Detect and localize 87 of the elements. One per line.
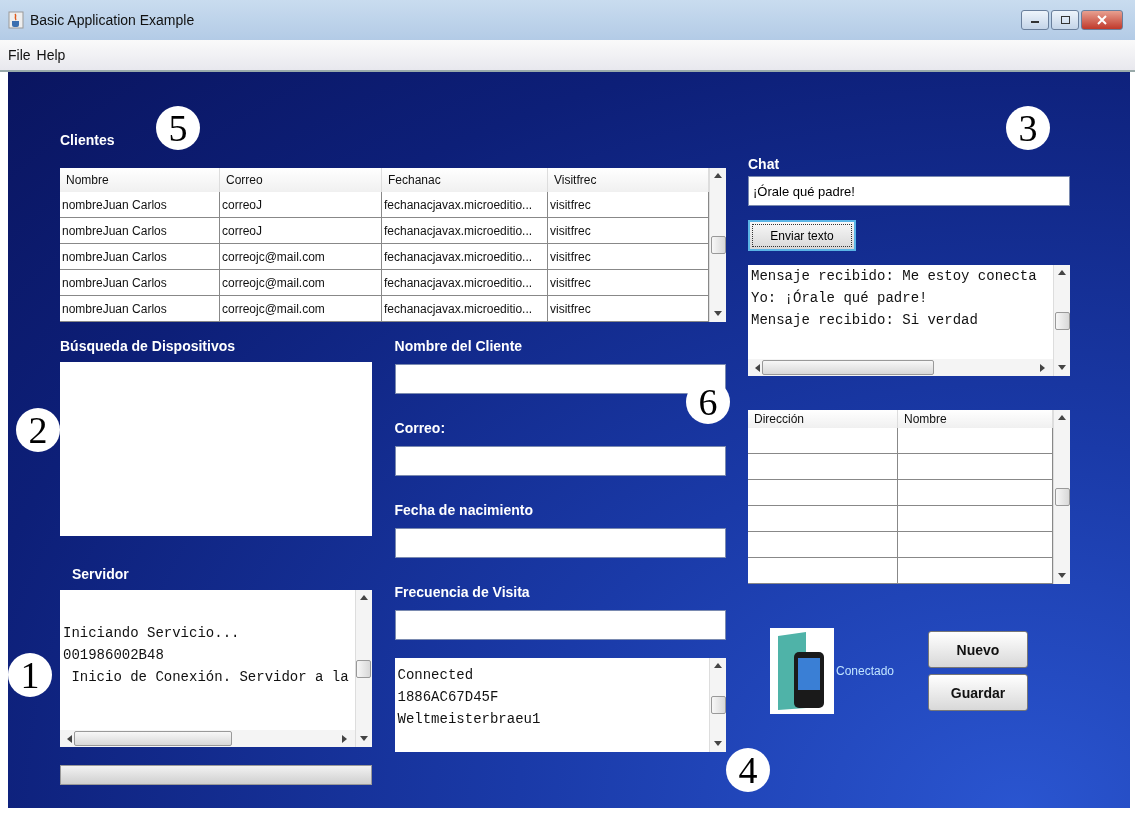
down-arrow-icon[interactable] — [714, 310, 722, 318]
callout-number: 5 — [156, 106, 200, 150]
vertical-scrollbar[interactable] — [1053, 410, 1070, 584]
log-line: Connected — [397, 666, 475, 684]
section-heading: Búsqueda de Dispositivos — [60, 337, 237, 356]
java-cup-icon — [8, 11, 24, 29]
up-arrow-icon[interactable] — [714, 662, 722, 670]
horizontal-scrollbar[interactable] — [60, 730, 355, 747]
callout-number: 3 — [1006, 106, 1050, 150]
log-line: 001986002B48 — [63, 646, 165, 664]
field-label: Correo: — [394, 419, 447, 438]
left-arrow-icon[interactable] — [754, 363, 762, 372]
table-cell: correoJ — [220, 192, 382, 217]
column-header[interactable]: Fechanac — [382, 168, 548, 192]
close-icon — [1097, 15, 1107, 25]
column-header[interactable]: Nombre — [60, 168, 220, 192]
table-cell: nombreJuan Carlos — [60, 192, 220, 217]
down-arrow-icon[interactable] — [1058, 364, 1066, 372]
menu-item[interactable]: File — [8, 47, 31, 63]
log-line: Inicio de Conexión. Servidor a la — [70, 668, 350, 686]
table-cell: fechanacjavax.microeditio... — [382, 270, 548, 295]
table-cell: nombreJuan Carlos — [60, 218, 220, 243]
field-label: Frecuencia de Visita — [394, 583, 531, 602]
table-cell: correojc@mail.com — [220, 244, 382, 269]
maximize-button[interactable] — [1051, 10, 1079, 30]
horizontal-scrollbar[interactable] — [748, 359, 1053, 376]
log-line: Weltmeisterbraeu1 — [397, 710, 542, 728]
action-button[interactable]: Nuevo — [928, 631, 1028, 668]
table-cell: fechanacjavax.microeditio... — [382, 192, 548, 217]
close-button[interactable] — [1081, 10, 1123, 30]
callout-number: 1 — [8, 653, 52, 697]
phone-icon — [770, 628, 834, 714]
down-arrow-icon[interactable] — [714, 740, 722, 748]
chat-input[interactable]: ¡Órale qué padre! — [748, 176, 1070, 206]
table-cell: fechanacjavax.microeditio... — [382, 244, 548, 269]
left-arrow-icon[interactable] — [66, 734, 74, 743]
vertical-scrollbar[interactable] — [709, 658, 726, 752]
window-title: Basic Application Example — [30, 12, 196, 28]
column-header[interactable]: Dirección — [748, 410, 898, 428]
status-label: Conectado — [836, 664, 896, 678]
callout-number: 4 — [726, 748, 770, 792]
chat-message: Mensaje recibido: Me estoy conecta — [751, 267, 1038, 285]
callout-number: 2 — [16, 408, 60, 452]
table-cell: nombreJuan Carlos — [60, 270, 220, 295]
table-cell: nombreJuan Carlos — [60, 296, 220, 321]
menu-item[interactable]: Help — [36, 47, 66, 63]
scroll-thumb[interactable] — [1054, 488, 1070, 506]
field-label: Nombre del Cliente — [394, 337, 524, 356]
scroll-thumb[interactable] — [710, 696, 726, 714]
log-line: Iniciando Servicio... — [63, 624, 241, 642]
section-heading: Servidor — [72, 565, 130, 584]
input-field[interactable] — [394, 610, 726, 640]
down-arrow-icon[interactable] — [1058, 572, 1066, 580]
table-cell: correoJ — [220, 218, 382, 243]
field-label: Fecha de nacimiento — [394, 501, 534, 520]
log-line: 1886AC67D45F — [397, 688, 500, 706]
right-arrow-icon[interactable] — [1039, 363, 1047, 372]
send-button[interactable]: Enviar texto — [748, 220, 856, 251]
up-arrow-icon[interactable] — [714, 172, 722, 180]
vertical-scrollbar[interactable] — [1053, 265, 1070, 376]
scroll-thumb[interactable] — [1054, 311, 1070, 330]
section-heading: Chat — [748, 155, 781, 174]
scroll-thumb[interactable] — [74, 731, 232, 746]
chat-message: Mensaje recibido: Si verdad — [751, 311, 979, 329]
maximize-icon — [1060, 16, 1070, 24]
table-cell: correojc@mail.com — [220, 296, 382, 321]
action-button[interactable]: Guardar — [928, 674, 1028, 711]
up-arrow-icon[interactable] — [1058, 269, 1066, 277]
input-field[interactable] — [394, 446, 726, 476]
table-cell: nombreJuan Carlos — [60, 244, 220, 269]
column-header[interactable]: Correo — [220, 168, 382, 192]
right-arrow-icon[interactable] — [340, 734, 349, 743]
down-arrow-icon[interactable] — [359, 735, 368, 743]
table-cell: correojc@mail.com — [220, 270, 382, 295]
up-arrow-icon[interactable] — [359, 594, 368, 602]
input-field[interactable] — [394, 528, 726, 558]
minimize-button[interactable] — [1021, 10, 1049, 30]
scroll-thumb[interactable] — [356, 659, 371, 678]
table-cell: fechanacjavax.microeditio... — [382, 296, 548, 321]
vertical-scrollbar[interactable] — [709, 168, 726, 322]
table-cell: fechanacjavax.microeditio... — [382, 218, 548, 243]
up-arrow-icon[interactable] — [1058, 414, 1066, 422]
vertical-scrollbar[interactable] — [354, 590, 372, 747]
scroll-thumb[interactable] — [710, 236, 726, 254]
section-heading: Clientes — [60, 131, 116, 150]
chat-message: Yo: ¡Órale qué padre! — [751, 289, 929, 307]
scroll-thumb[interactable] — [762, 360, 934, 375]
